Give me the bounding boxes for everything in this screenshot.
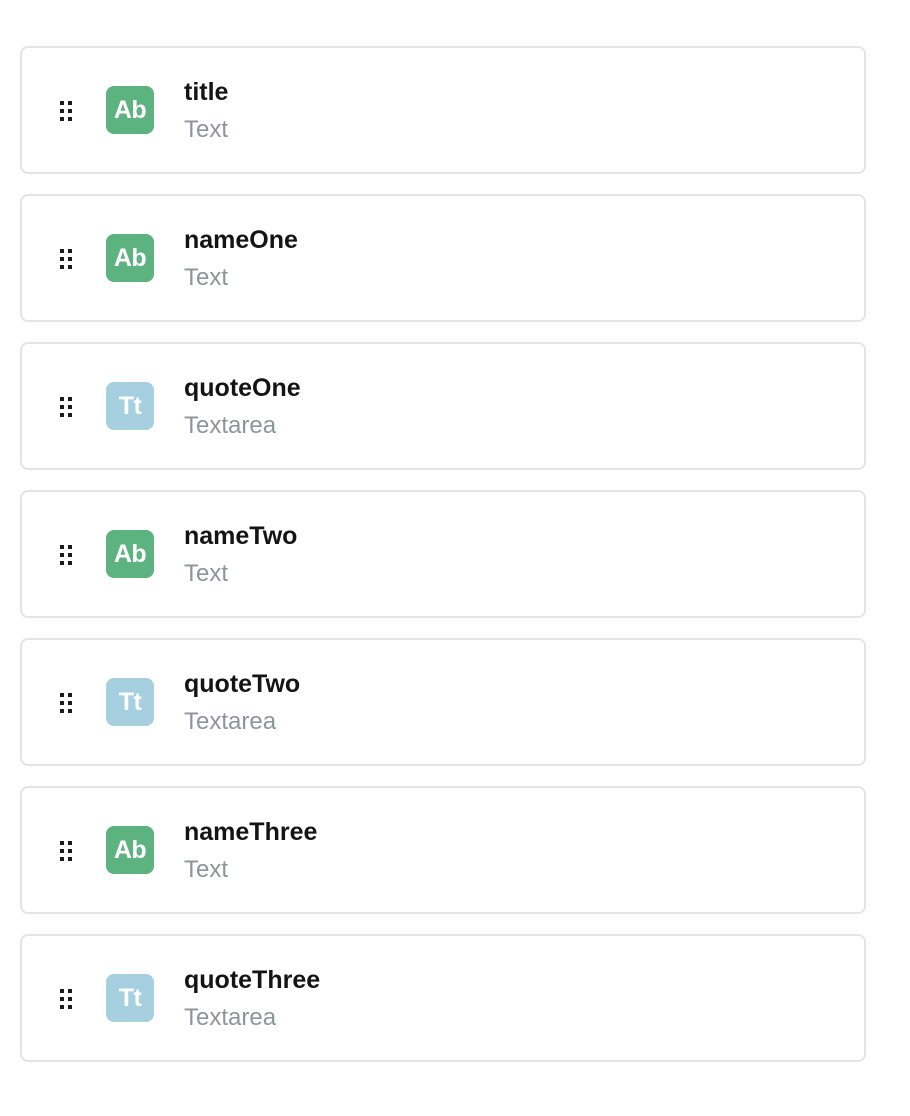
textarea-type-icon: Tt	[106, 974, 154, 1022]
field-type: Textarea	[184, 708, 277, 735]
field-card-quoteThree[interactable]: Tt quoteThree Textarea	[20, 934, 866, 1062]
field-card-quoteOne[interactable]: Tt quoteOne Textarea	[20, 342, 866, 470]
field-card-nameTwo[interactable]: Ab nameTwo Text	[20, 490, 866, 618]
field-card-title[interactable]: Ab title Text	[20, 46, 866, 174]
field-type: Textarea	[184, 1004, 277, 1031]
drag-handle-icon[interactable]	[59, 544, 73, 566]
text-type-icon: Ab	[106, 826, 154, 874]
field-name: quoteThree	[184, 966, 321, 994]
field-type: Text	[184, 116, 229, 143]
text-type-icon: Ab	[106, 86, 154, 134]
field-card-nameOne[interactable]: Ab nameOne Text	[20, 194, 866, 322]
field-type: Textarea	[184, 412, 277, 439]
drag-handle-icon[interactable]	[59, 396, 73, 418]
textarea-type-icon: Tt	[106, 678, 154, 726]
textarea-type-icon: Tt	[106, 382, 154, 430]
text-type-icon: Ab	[106, 530, 154, 578]
field-name: nameOne	[184, 226, 298, 254]
field-card-quoteTwo[interactable]: Tt quoteTwo Textarea	[20, 638, 866, 766]
field-list: Ab title Text Ab nameOne Text Tt quoteOn…	[20, 46, 866, 1082]
drag-handle-icon[interactable]	[59, 100, 73, 122]
field-name: quoteTwo	[184, 670, 301, 698]
field-name: quoteOne	[184, 374, 301, 402]
drag-handle-icon[interactable]	[59, 988, 73, 1010]
drag-handle-icon[interactable]	[59, 840, 73, 862]
field-name: nameThree	[184, 818, 318, 846]
drag-handle-icon[interactable]	[59, 692, 73, 714]
field-type: Text	[184, 560, 229, 587]
text-type-icon: Ab	[106, 234, 154, 282]
field-card-nameThree[interactable]: Ab nameThree Text	[20, 786, 866, 914]
field-type: Text	[184, 856, 229, 883]
field-name: title	[184, 78, 229, 106]
field-name: nameTwo	[184, 522, 298, 550]
field-type: Text	[184, 264, 229, 291]
drag-handle-icon[interactable]	[59, 248, 73, 270]
